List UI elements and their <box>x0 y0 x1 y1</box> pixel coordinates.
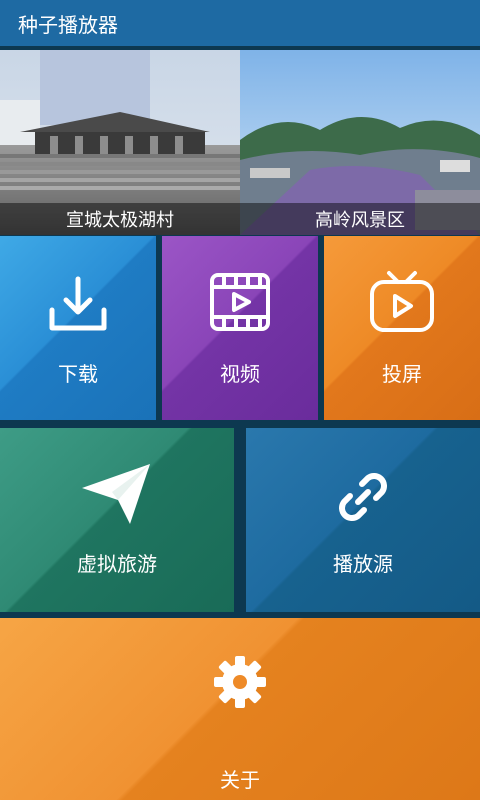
download-tile[interactable]: 下载 <box>0 236 156 420</box>
link-icon <box>339 473 387 521</box>
cast-label: 投屏 <box>382 362 422 386</box>
video-label: 视频 <box>220 362 260 386</box>
vr-tour-tile[interactable]: 虚拟旅游 <box>0 428 234 612</box>
download-icon <box>49 276 107 331</box>
about-label: 关于 <box>220 768 260 792</box>
banner-caption: 高岭风景区 <box>240 203 480 235</box>
source-label: 播放源 <box>333 552 393 576</box>
download-label: 下载 <box>58 362 98 386</box>
source-tile[interactable]: 播放源 <box>246 428 480 612</box>
gear-icon <box>214 656 266 708</box>
app-header: 种子播放器 <box>0 0 480 46</box>
paper-plane-icon <box>82 464 150 524</box>
video-tile[interactable]: 视频 <box>162 236 318 420</box>
vr-tour-label: 虚拟旅游 <box>77 552 157 576</box>
cast-tile[interactable]: 投屏 <box>324 236 480 420</box>
banner-caption: 宣城太极湖村 <box>0 203 240 235</box>
about-tile[interactable]: 关于 <box>0 618 480 800</box>
tv-play-icon <box>370 271 434 332</box>
app-title: 种子播放器 <box>18 12 118 37</box>
banner-scenic-gaoling[interactable]: 高岭风景区 <box>240 50 480 235</box>
film-play-icon <box>210 273 270 331</box>
banner-scenic-taiji-lake[interactable]: 宣城太极湖村 <box>0 50 240 235</box>
